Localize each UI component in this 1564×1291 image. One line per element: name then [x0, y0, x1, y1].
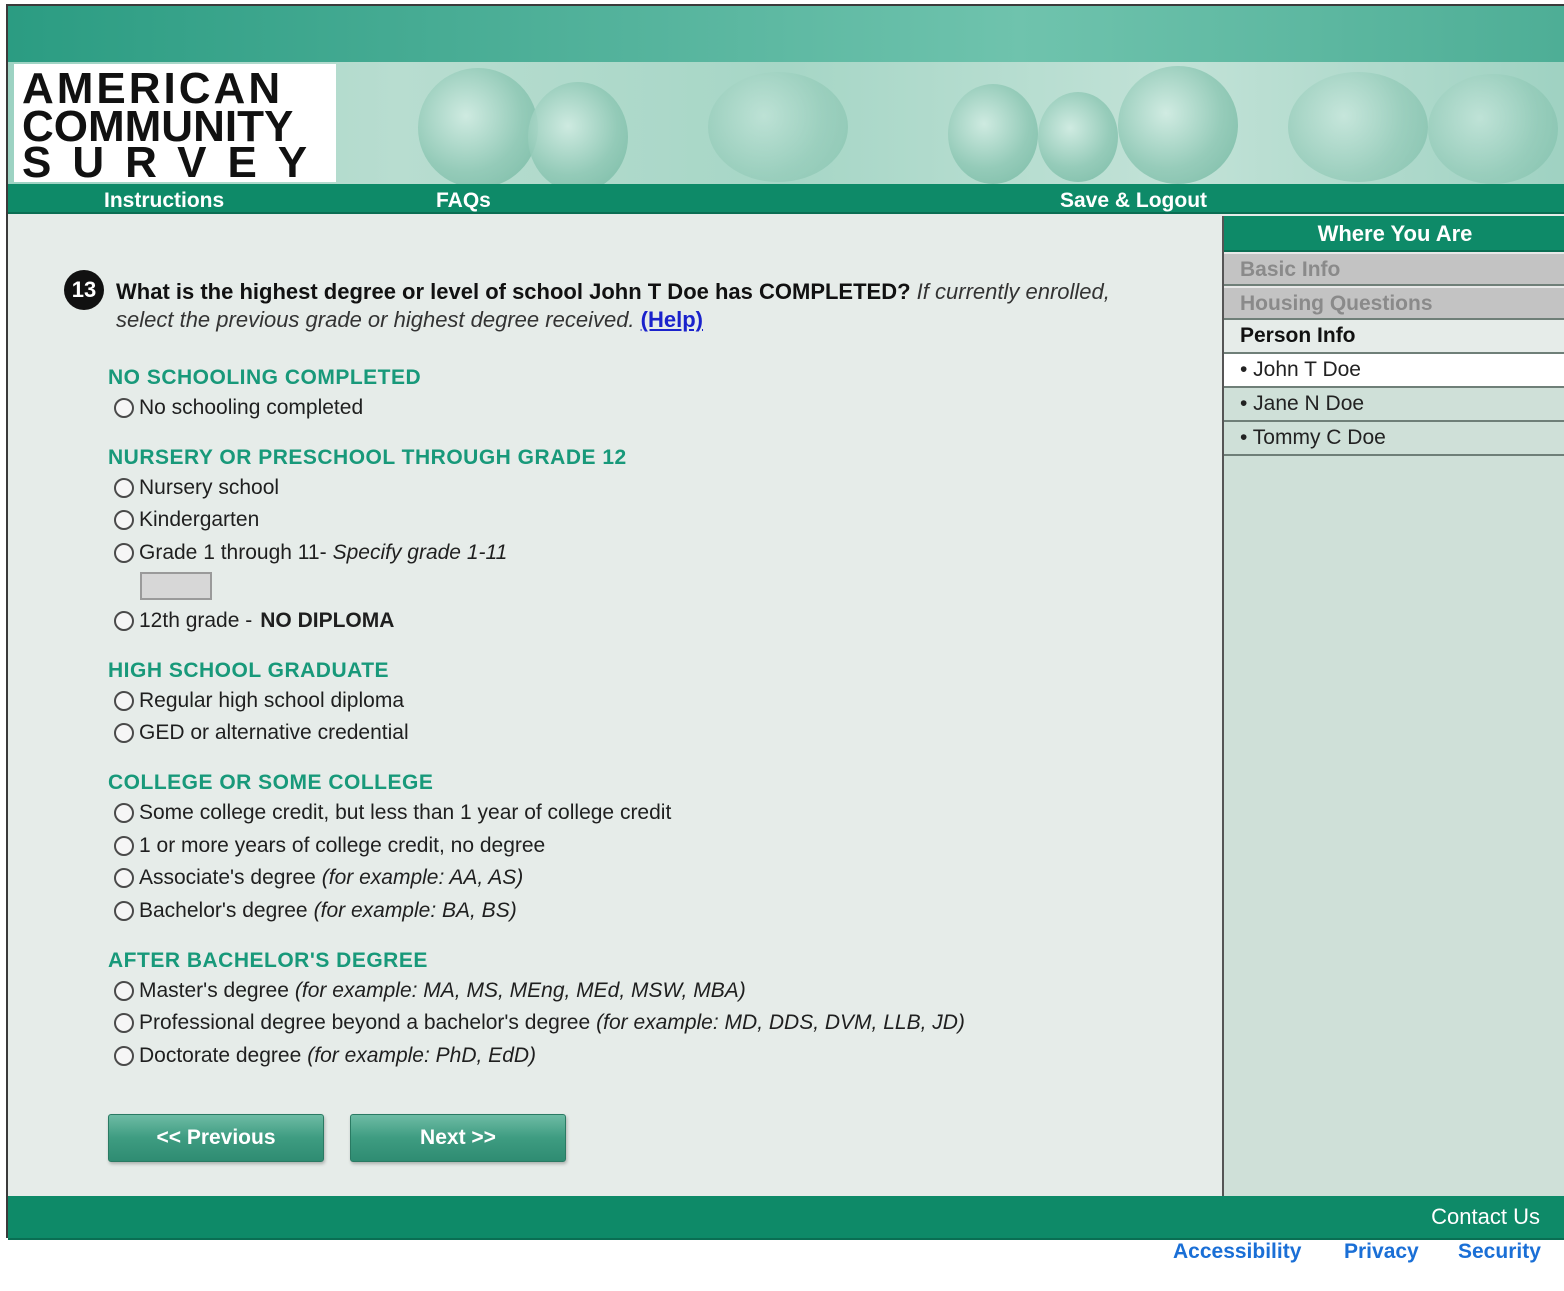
option-example: (for example: BA, BS) [313, 899, 517, 922]
section-heading-high-school: HIGH SCHOOL GRADUATE [108, 659, 390, 682]
option-no-schooling[interactable]: No schooling completed [114, 396, 363, 420]
logo-line: SURVEY [22, 138, 329, 184]
option-label: Grade 1 through 11- [139, 541, 327, 564]
save-logout-link[interactable]: Save & Logout [1060, 189, 1207, 213]
question-panel: 13 What is the highest degree or level o… [8, 216, 1222, 1198]
option-label: Bachelor's degree [139, 899, 308, 922]
option-label: Some college credit, but less than 1 yea… [139, 801, 672, 824]
option-doctorate[interactable]: Doctorate degree (for example: PhD, EdD) [114, 1044, 536, 1068]
previous-button[interactable]: << Previous [108, 1114, 324, 1162]
option-nursery-school[interactable]: Nursery school [114, 476, 279, 500]
radio-button[interactable] [114, 611, 134, 631]
photo-banner: AMERICAN COMMUNITY SURVEY [8, 62, 1564, 184]
section-heading-nursery: NURSERY OR PRESCHOOL THROUGH GRADE 12 [108, 446, 627, 469]
footer-bar: Contact Us [8, 1196, 1564, 1240]
option-label: 1 or more years of college credit, no de… [139, 834, 546, 857]
option-college-no-degree[interactable]: 1 or more years of college credit, no de… [114, 834, 545, 858]
radio-button[interactable] [114, 901, 134, 921]
option-masters[interactable]: Master's degree (for example: MA, MS, ME… [114, 979, 746, 1003]
instructions-link[interactable]: Instructions [104, 189, 224, 213]
option-label: No schooling completed [139, 396, 364, 419]
radio-button[interactable] [114, 691, 134, 711]
section-heading-no-schooling: NO SCHOOLING COMPLETED [108, 366, 422, 389]
radio-button[interactable] [114, 868, 134, 888]
option-label: 12th grade - [139, 609, 253, 632]
option-label: Associate's degree [139, 866, 316, 889]
option-emphasis: NO DIPLOMA [260, 609, 395, 632]
acs-logo: AMERICAN COMMUNITY SURVEY [14, 64, 336, 184]
option-label: Professional degree beyond a bachelor's … [139, 1011, 591, 1034]
security-link[interactable]: Security [1458, 1240, 1541, 1264]
radio-button[interactable] [114, 1013, 134, 1033]
radio-button[interactable] [114, 543, 134, 563]
banner-photo-crowd [708, 72, 848, 182]
nav-bar: Instructions FAQs Save & Logout [8, 184, 1564, 214]
next-button[interactable]: Next >> [350, 1114, 566, 1162]
sidebar-person-jane[interactable]: • Jane N Doe [1224, 388, 1564, 422]
radio-button[interactable] [114, 836, 134, 856]
option-label: Regular high school diploma [139, 689, 404, 712]
banner-photo-face [1288, 72, 1428, 182]
option-label: Doctorate degree [139, 1044, 302, 1067]
option-kindergarten[interactable]: Kindergarten [114, 508, 259, 532]
banner-photo-face [948, 84, 1038, 184]
radio-button[interactable] [114, 981, 134, 1001]
option-12th-grade[interactable]: 12th grade - NO DIPLOMA [114, 609, 394, 633]
sidebar-item-basic-info: Basic Info [1224, 252, 1564, 286]
option-ged[interactable]: GED or alternative credential [114, 721, 409, 745]
option-label: Kindergarten [139, 508, 260, 531]
option-bachelors[interactable]: Bachelor's degree (for example: BA, BS) [114, 899, 517, 923]
option-regular-diploma[interactable]: Regular high school diploma [114, 689, 404, 713]
option-some-college[interactable]: Some college credit, but less than 1 yea… [114, 801, 671, 825]
option-label: Nursery school [139, 476, 280, 499]
sidebar-title: Where You Are [1224, 216, 1564, 252]
section-heading-college: COLLEGE OR SOME COLLEGE [108, 771, 434, 794]
option-grade-1-11[interactable]: Grade 1 through 11- Specify grade 1-11 [114, 541, 507, 565]
banner-photo-face [528, 82, 628, 184]
option-example: (for example: AA, AS) [321, 866, 524, 889]
banner-photo-face [418, 68, 538, 184]
sidebar-person-tommy[interactable]: • Tommy C Doe [1224, 422, 1564, 456]
survey-window: AMERICAN COMMUNITY SURVEY Instructions F… [6, 4, 1564, 1240]
option-label: GED or alternative credential [139, 721, 409, 744]
option-label: Master's degree [139, 979, 289, 1002]
radio-button[interactable] [114, 1046, 134, 1066]
grade-input[interactable] [140, 572, 212, 600]
question-number-badge: 13 [64, 270, 104, 310]
contact-us-link[interactable]: Contact Us [1431, 1204, 1540, 1230]
option-example: (for example: PhD, EdD) [307, 1044, 537, 1067]
question-text: What is the highest degree or level of s… [116, 278, 1116, 334]
privacy-link[interactable]: Privacy [1344, 1240, 1419, 1264]
accessibility-link[interactable]: Accessibility [1173, 1240, 1301, 1264]
sidebar-item-person-info: Person Info [1224, 320, 1564, 354]
option-example: Specify grade 1-11 [332, 541, 508, 564]
top-band [8, 6, 1564, 62]
progress-sidebar: Where You Are Basic Info Housing Questio… [1222, 216, 1564, 1198]
banner-photo-face [1428, 74, 1558, 184]
radio-button[interactable] [114, 398, 134, 418]
radio-button[interactable] [114, 478, 134, 498]
help-link[interactable]: (Help) [641, 307, 703, 332]
sidebar-person-john[interactable]: • John T Doe [1224, 354, 1564, 388]
banner-photo-face [1038, 92, 1118, 182]
radio-button[interactable] [114, 510, 134, 530]
sidebar-item-housing: Housing Questions [1224, 286, 1564, 320]
banner-photo-face [1118, 66, 1238, 184]
option-example: (for example: MD, DDS, DVM, LLB, JD) [596, 1011, 965, 1034]
section-heading-after-bachelors: AFTER BACHELOR'S DEGREE [108, 949, 428, 972]
option-professional[interactable]: Professional degree beyond a bachelor's … [114, 1011, 965, 1035]
option-example: (for example: MA, MS, MEng, MEd, MSW, MB… [294, 979, 746, 1002]
radio-button[interactable] [114, 803, 134, 823]
question-prompt: What is the highest degree or level of s… [116, 279, 911, 304]
faqs-link[interactable]: FAQs [436, 189, 491, 213]
option-associates[interactable]: Associate's degree (for example: AA, AS) [114, 866, 523, 890]
radio-button[interactable] [114, 723, 134, 743]
